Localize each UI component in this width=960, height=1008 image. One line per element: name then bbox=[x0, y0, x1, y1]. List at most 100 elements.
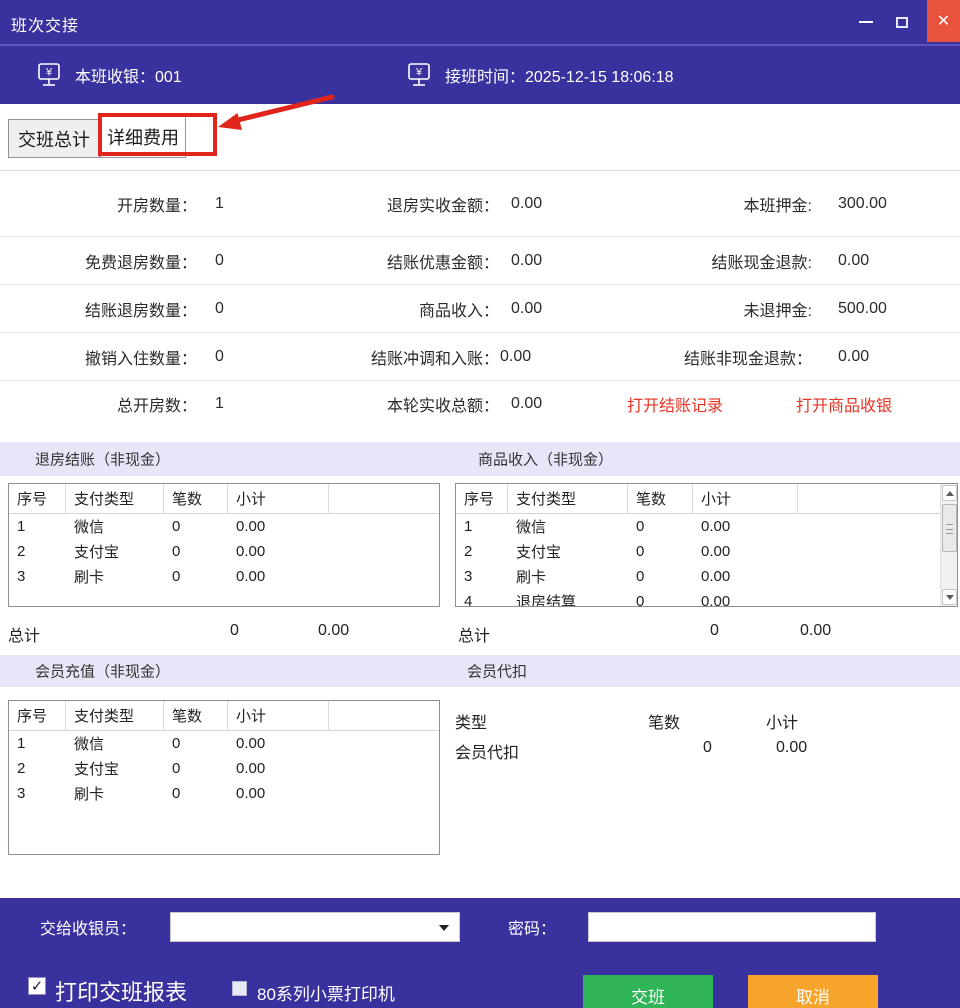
cell-filler bbox=[329, 756, 439, 781]
table-row[interactable]: 4 退房结算 0 0.00 bbox=[456, 589, 957, 607]
stat-value: 0 bbox=[197, 300, 300, 318]
goods-total-amount: 0.00 bbox=[800, 622, 831, 640]
col-count[interactable]: 笔数 bbox=[164, 701, 228, 731]
cell-count: 0 bbox=[164, 514, 228, 539]
goods-noncash-table: 序号 支付类型 笔数 小计 1 微信 0 0.00 2 支付宝 0 0.00 3… bbox=[455, 483, 958, 607]
cell-payment-type: 退房结算 bbox=[508, 589, 628, 607]
cell-payment-type: 刷卡 bbox=[66, 781, 164, 806]
cell-index: 3 bbox=[9, 564, 66, 589]
minimize-button[interactable] bbox=[848, 0, 884, 44]
cell-count: 0 bbox=[164, 564, 228, 589]
cancel-button[interactable]: 取消 bbox=[748, 975, 878, 1008]
cell-filler bbox=[329, 564, 439, 589]
stat-value: 0.00 bbox=[499, 300, 600, 318]
cell-subtotal: 0.00 bbox=[228, 781, 329, 806]
handover-submit-button[interactable]: 交班 bbox=[583, 975, 713, 1008]
cell-index: 2 bbox=[456, 539, 508, 564]
deduction-row-count: 0 bbox=[703, 739, 712, 757]
table-row[interactable]: 2 支付宝 0 0.00 bbox=[9, 756, 439, 781]
printer80-label: 80系列小票打印机 bbox=[257, 980, 395, 1005]
cell-subtotal: 0.00 bbox=[228, 514, 329, 539]
open-goods-cashier-link[interactable]: 打开商品收银 bbox=[796, 392, 892, 416]
minimize-icon bbox=[859, 21, 873, 23]
col-subtotal[interactable]: 小计 bbox=[228, 484, 329, 514]
col-index[interactable]: 序号 bbox=[9, 701, 66, 731]
cell-filler bbox=[329, 731, 439, 756]
scroll-up-button[interactable] bbox=[942, 485, 957, 501]
stat-label: 未退押金: bbox=[600, 297, 812, 321]
password-field[interactable] bbox=[588, 912, 876, 942]
stat-label: 结账退房数量： bbox=[0, 297, 197, 321]
stat-label: 结账优惠金额： bbox=[300, 249, 499, 273]
table-row[interactable]: 3 刷卡 0 0.00 bbox=[9, 781, 439, 806]
maximize-button[interactable] bbox=[884, 0, 920, 44]
cell-subtotal: 0.00 bbox=[693, 564, 798, 589]
cash-register-icon: ¥ bbox=[36, 61, 62, 89]
stat-value: 0.00 bbox=[499, 348, 600, 366]
cell-index: 2 bbox=[9, 756, 66, 781]
scroll-down-button[interactable] bbox=[942, 589, 957, 605]
table-row[interactable]: 2 支付宝 0 0.00 bbox=[456, 539, 957, 564]
stat-value: 0.00 bbox=[499, 195, 600, 213]
col-filler bbox=[329, 701, 439, 731]
stat-label: 结账冲调和入账： bbox=[300, 345, 499, 369]
stat-value: 1 bbox=[197, 395, 300, 413]
vertical-scrollbar[interactable] bbox=[940, 484, 957, 606]
col-count[interactable]: 笔数 bbox=[628, 484, 693, 514]
table-row[interactable]: 1 微信 0 0.00 bbox=[9, 731, 439, 756]
stats-row: 免费退房数量： 0 结账优惠金额： 0.00 结账现金退款: 0.00 bbox=[0, 237, 960, 285]
cell-payment-type: 微信 bbox=[508, 514, 628, 539]
checkout-noncash-table: 序号 支付类型 笔数 小计 1 微信 0 0.00 2 支付宝 0 0.00 3… bbox=[8, 483, 440, 607]
checkout-total-count: 0 bbox=[230, 622, 239, 640]
window-title: 班次交接 bbox=[11, 12, 79, 36]
cell-count: 0 bbox=[628, 514, 693, 539]
close-button[interactable]: ✕ bbox=[927, 0, 960, 42]
scrollbar-thumb[interactable] bbox=[942, 504, 957, 552]
table-header: 序号 支付类型 笔数 小计 bbox=[9, 484, 439, 514]
open-settlement-records-link[interactable]: 打开结账记录 bbox=[627, 392, 723, 416]
cell-subtotal: 0.00 bbox=[228, 564, 329, 589]
col-payment-type[interactable]: 支付类型 bbox=[66, 701, 164, 731]
member-deduction-title: 会员代扣 bbox=[467, 661, 527, 682]
stat-value: 0 bbox=[197, 348, 300, 366]
col-subtotal[interactable]: 小计 bbox=[693, 484, 798, 514]
col-payment-type[interactable]: 支付类型 bbox=[508, 484, 628, 514]
stat-label: 退房实收金额： bbox=[300, 192, 499, 216]
checkout-total-amount: 0.00 bbox=[318, 622, 349, 640]
deduction-col-count: 笔数 bbox=[648, 709, 680, 733]
col-count[interactable]: 笔数 bbox=[164, 484, 228, 514]
table-row[interactable]: 3 刷卡 0 0.00 bbox=[456, 564, 957, 589]
handover-footer: 交给收银员： 密码： 打印交班报表 80系列小票打印机 交班 取消 bbox=[0, 898, 960, 1008]
col-payment-type[interactable]: 支付类型 bbox=[66, 484, 164, 514]
stat-label: 结账现金退款: bbox=[600, 249, 812, 273]
stats-row: 撤销入住数量： 0 结账冲调和入账： 0.00 结账非现金退款： 0.00 bbox=[0, 333, 960, 381]
arrow-up-icon bbox=[946, 491, 954, 496]
table-row[interactable]: 3 刷卡 0 0.00 bbox=[9, 564, 439, 589]
print-report-checkbox[interactable] bbox=[28, 977, 46, 995]
col-index[interactable]: 序号 bbox=[456, 484, 508, 514]
table-row[interactable]: 2 支付宝 0 0.00 bbox=[9, 539, 439, 564]
cell-count: 0 bbox=[628, 539, 693, 564]
title-bar: 班次交接 ✕ bbox=[0, 0, 960, 44]
handover-cashier-select[interactable] bbox=[170, 912, 460, 942]
table-row[interactable]: 1 微信 0 0.00 bbox=[9, 514, 439, 539]
cell-filler bbox=[798, 514, 957, 539]
stats-links: 打开结账记录 打开商品收银 bbox=[600, 392, 960, 416]
col-subtotal[interactable]: 小计 bbox=[228, 701, 329, 731]
svg-text:¥: ¥ bbox=[45, 67, 53, 79]
col-filler bbox=[798, 484, 957, 514]
table-row[interactable]: 1 微信 0 0.00 bbox=[456, 514, 957, 539]
col-index[interactable]: 序号 bbox=[9, 484, 66, 514]
handover-cashier-label: 交给收银员： bbox=[40, 912, 136, 942]
tab-shift-summary[interactable]: 交班总计 bbox=[8, 119, 100, 158]
deduction-row-type: 会员代扣 bbox=[455, 739, 519, 763]
arrow-down-icon bbox=[946, 595, 954, 600]
stat-value: 0.00 bbox=[499, 395, 600, 413]
cell-payment-type: 支付宝 bbox=[66, 539, 164, 564]
cell-index: 3 bbox=[9, 781, 66, 806]
password-label: 密码： bbox=[508, 912, 556, 942]
tab-detail-fees[interactable]: 详细费用 bbox=[100, 116, 186, 158]
stats-row: 开房数量： 1 退房实收金额： 0.00 本班押金: 300.00 bbox=[0, 171, 960, 237]
printer80-checkbox[interactable] bbox=[232, 981, 247, 996]
cell-payment-type: 支付宝 bbox=[66, 756, 164, 781]
